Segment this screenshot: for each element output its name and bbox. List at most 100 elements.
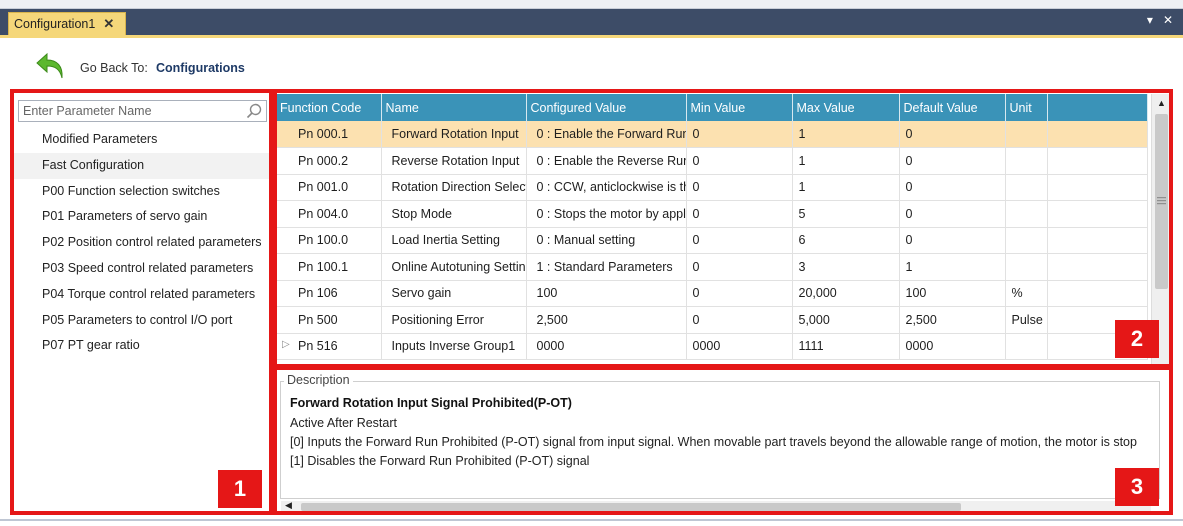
column-header-configured-value[interactable]: Configured Value <box>526 94 687 121</box>
cell-configured-value[interactable]: 0 : Enable the Reverse Run <box>526 147 687 175</box>
cell-configured-value[interactable]: 0 : Stops the motor by applying <box>526 200 687 228</box>
cell-max-value[interactable]: 1 <box>792 174 900 201</box>
cell-function-code[interactable]: Pn 001.0 <box>276 174 382 201</box>
table-row[interactable]: Pn 100.0 Load Inertia Setting 0 : Manual s… <box>276 227 1148 254</box>
cell-default-value[interactable]: 1 <box>899 253 1006 281</box>
cell-default-value[interactable]: 0 <box>899 227 1006 254</box>
scroll-left-icon[interactable]: ◀ <box>285 500 292 511</box>
cell-default-value[interactable]: 2,500 <box>899 306 1006 334</box>
column-header-min-value[interactable]: Min Value <box>686 94 793 121</box>
table-row[interactable]: Pn 106 Servo gain 100 0 20,000 100% <box>276 280 1148 307</box>
cell-unit[interactable] <box>1005 200 1048 228</box>
cell-function-code[interactable]: Pn 100.1 <box>276 253 382 281</box>
cell-name[interactable]: Stop Mode <box>381 200 527 228</box>
horizontal-scroll-thumb[interactable] <box>301 503 961 511</box>
tree-item-p04[interactable]: P04 Torque control related parameters <box>14 282 270 308</box>
cell-name[interactable]: Load Inertia Setting <box>381 227 527 254</box>
go-back-configurations-link[interactable]: Configurations <box>156 61 245 75</box>
cell-max-value[interactable]: 1 <box>792 121 900 148</box>
cell-name[interactable]: Reverse Rotation Input <box>381 147 527 175</box>
cell-configured-value[interactable]: 0 : Enable the Forward Run <box>526 121 687 148</box>
cell-unit[interactable] <box>1005 227 1048 254</box>
cell-configured-value[interactable]: 0000 <box>526 333 687 360</box>
cell-configured-value[interactable]: 0 : Manual setting <box>526 227 687 254</box>
cell-min-value[interactable]: 0 <box>686 147 793 175</box>
cell-min-value[interactable]: 0 <box>686 306 793 334</box>
cell-name[interactable]: Positioning Error <box>381 306 527 334</box>
tab-close-icon[interactable]: ✕ <box>103 16 114 32</box>
cell-configured-value[interactable]: 100 <box>526 280 687 307</box>
cell-min-value[interactable]: 0000 <box>686 333 793 360</box>
cell-min-value[interactable]: 0 <box>686 280 793 307</box>
cell-name[interactable]: Online Autotuning Setting <box>381 253 527 281</box>
column-header-name[interactable]: Name <box>381 94 527 121</box>
tree-item-p02[interactable]: P02 Position control related parameters <box>14 230 270 256</box>
cell-name[interactable]: Inputs Inverse Group1 <box>381 333 527 360</box>
cell-default-value[interactable]: 0 <box>899 147 1006 175</box>
tree-item-p00[interactable]: P00 Function selection switches <box>14 179 270 205</box>
column-header-max-value[interactable]: Max Value <box>792 94 900 121</box>
cell-function-code[interactable]: Pn 500 <box>276 306 382 334</box>
cell-configured-value[interactable]: 1 : Standard Parameters <box>526 253 687 281</box>
pin-dropdown-icon[interactable]: ▾ <box>1147 13 1153 27</box>
tree-item-p01[interactable]: P01 Parameters of servo gain <box>14 204 270 230</box>
cell-configured-value[interactable]: 2,500 <box>526 306 687 334</box>
table-row[interactable]: Pn 500 Positioning Error 2,500 0 5,000 2,500 P… <box>276 306 1148 334</box>
table-row[interactable]: Pn 100.1 Online Autotuning Setting 1 : Sta… <box>276 253 1148 281</box>
cell-configured-value[interactable]: 0 : CCW, anticlockwise is the <box>526 174 687 201</box>
table-row[interactable]: Pn 001.0Rotation Direction Selection0 : … <box>276 174 1148 201</box>
column-header-unit[interactable]: Unit <box>1005 94 1048 121</box>
cell-function-code[interactable]: Pn 000.2 <box>276 147 382 175</box>
back-arrow-icon[interactable] <box>35 52 67 82</box>
cell-min-value[interactable]: 0 <box>686 174 793 201</box>
cell-default-value[interactable]: 0 <box>899 121 1006 148</box>
cell-min-value[interactable]: 0 <box>686 227 793 254</box>
expand-row-icon[interactable]: ▷ <box>282 339 290 350</box>
cell-name[interactable]: Servo gain <box>381 280 527 307</box>
cell-max-value[interactable]: 1111 <box>792 333 900 360</box>
cell-max-value[interactable]: 20,000 <box>792 280 900 307</box>
scroll-up-icon[interactable]: ▲ <box>1157 98 1166 108</box>
table-row[interactable]: Pn 004.0 Stop Mode 0 : Stops the motor by … <box>276 200 1148 228</box>
cell-min-value[interactable]: 0 <box>686 253 793 281</box>
cell-unit[interactable] <box>1005 253 1048 281</box>
tree-item-p05[interactable]: P05 Parameters to control I/O port <box>14 308 270 334</box>
tab-configuration1[interactable]: Configuration1 ✕ <box>8 12 126 35</box>
window-close-icon[interactable]: ✕ <box>1163 13 1173 27</box>
column-header-default-value[interactable]: Default Value <box>899 94 1006 121</box>
column-header-function-code[interactable]: Function Code <box>276 94 382 121</box>
cell-function-code[interactable]: Pn 100.0 <box>276 227 382 254</box>
cell-max-value[interactable]: 3 <box>792 253 900 281</box>
tree-item-p03[interactable]: P03 Speed control related parameters <box>14 256 270 282</box>
tree-item-modified-parameters[interactable]: Modified Parameters <box>14 127 270 153</box>
cell-min-value[interactable]: 0 <box>686 121 793 148</box>
cell-function-code[interactable]: Pn 000.1 <box>276 121 382 148</box>
cell-max-value[interactable]: 6 <box>792 227 900 254</box>
cell-default-value[interactable]: 0 <box>899 200 1006 228</box>
cell-function-code[interactable]: ▷ Pn 516 <box>276 333 382 360</box>
cell-name[interactable]: Rotation Direction Selection <box>381 174 527 201</box>
search-icon[interactable] <box>246 103 262 119</box>
table-row[interactable]: Pn 000.2 Reverse Rotation Input 0 : Enable… <box>276 147 1148 175</box>
description-horizontal-scrollbar[interactable]: ◀ <box>281 500 1151 513</box>
cell-max-value[interactable]: 1 <box>792 147 900 175</box>
table-row[interactable]: Pn 000.1 Forward Rotation Input 0 : Enable… <box>276 121 1148 148</box>
tree-item-p07[interactable]: P07 PT gear ratio <box>14 333 270 359</box>
cell-max-value[interactable]: 5,000 <box>792 306 900 334</box>
cell-min-value[interactable]: 0 <box>686 200 793 228</box>
tree-item-fast-configuration[interactable]: Fast Configuration <box>14 152 270 179</box>
cell-unit[interactable]: % <box>1005 280 1048 307</box>
cell-unit[interactable] <box>1005 174 1048 201</box>
cell-function-code[interactable]: Pn 106 <box>276 280 382 307</box>
cell-max-value[interactable]: 5 <box>792 200 900 228</box>
cell-unit[interactable] <box>1005 147 1048 175</box>
cell-default-value[interactable]: 100 <box>899 280 1006 307</box>
cell-function-code[interactable]: Pn 004.0 <box>276 200 382 228</box>
table-row[interactable]: ▷ Pn 516 Inputs Inverse Group1 0000 0000 1111… <box>276 333 1148 360</box>
cell-unit[interactable] <box>1005 121 1048 148</box>
cell-default-value[interactable]: 0 <box>899 174 1006 201</box>
cell-unit[interactable]: Pulse <box>1005 306 1048 334</box>
cell-unit[interactable] <box>1005 333 1048 360</box>
cell-name[interactable]: Forward Rotation Input <box>381 121 527 148</box>
parameter-search-input[interactable] <box>19 101 239 121</box>
